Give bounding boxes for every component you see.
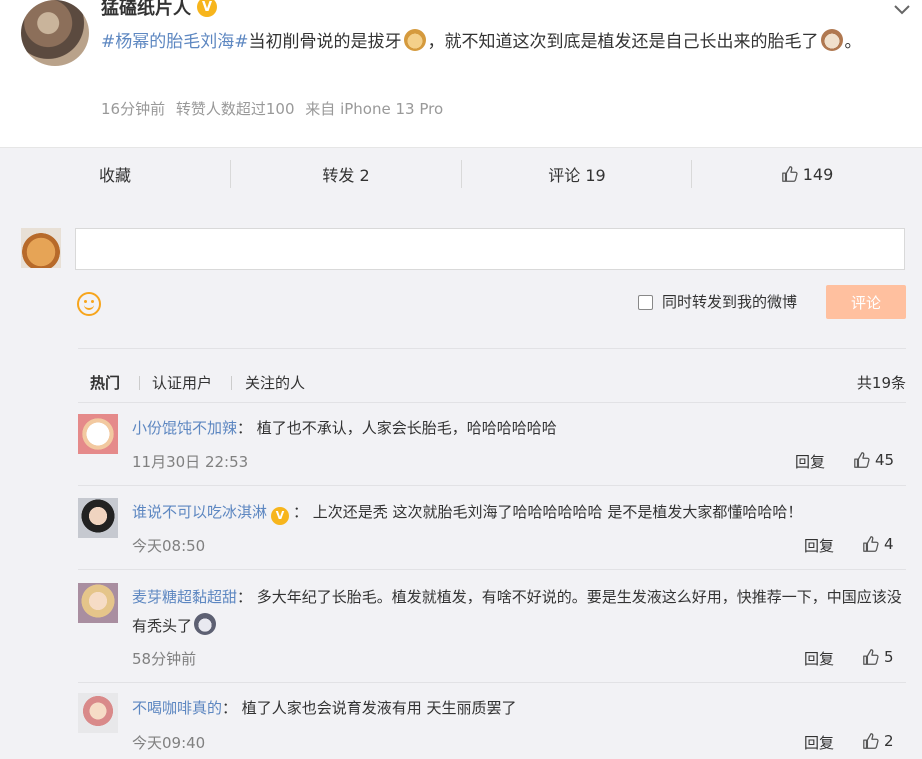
- thumbs-up-icon: [863, 649, 879, 665]
- hashtag-link[interactable]: #杨幂的胎毛刘海#: [101, 32, 249, 52]
- comment-content: ： 植了也不承认，人家会长胎毛，哈哈哈哈哈哈: [237, 419, 557, 437]
- comment-like-button[interactable]: 4: [862, 535, 894, 553]
- filter-verified[interactable]: 认证用户: [152, 372, 212, 393]
- comment-text: 谁说不可以吃冰淇淋 V： 上次还是秃 这次就胎毛刘海了哈哈哈哈哈哈 是不是植发大家…: [132, 498, 907, 527]
- reply-button[interactable]: 回复: [804, 732, 834, 753]
- reply-button[interactable]: 回复: [795, 451, 825, 472]
- comment-text: 小份馄饨不加辣： 植了也不承认，人家会长胎毛，哈哈哈哈哈哈: [132, 414, 907, 443]
- comment-like-button[interactable]: 2: [862, 732, 894, 750]
- comment-content: ： 多大年纪了长胎毛。植发就植发，有啥不好说的。要是生发液这么好用，快推荐一下，…: [132, 588, 902, 635]
- commenter-avatar[interactable]: [78, 414, 118, 454]
- comment-content: ： 植了人家也会说育发液有用 天生丽质罢了: [222, 699, 517, 717]
- post-time[interactable]: 16分钟前: [101, 100, 165, 118]
- divider: [139, 376, 140, 390]
- chevron-down-icon[interactable]: [894, 0, 910, 19]
- filter-following[interactable]: 关注的人: [245, 372, 305, 393]
- commenter-avatar[interactable]: [78, 498, 118, 538]
- divider: [78, 485, 906, 486]
- author-row: 猛磕纸片人 V: [101, 0, 217, 20]
- husky-emoji-icon: [194, 613, 217, 635]
- my-avatar: [21, 228, 61, 268]
- commenter-name[interactable]: 小份馄饨不加辣: [132, 419, 237, 437]
- comment-like-button[interactable]: 45: [853, 451, 894, 469]
- repost-button[interactable]: 转发 2: [231, 148, 461, 200]
- thumbs-up-icon: [781, 166, 798, 182]
- filter-hot[interactable]: 热门: [90, 372, 120, 393]
- thumbs-up-icon: [863, 733, 879, 749]
- commenter-name[interactable]: 不喝咖啡真的: [132, 699, 222, 717]
- comment-button[interactable]: 评论 19: [462, 148, 692, 200]
- author-name[interactable]: 猛磕纸片人: [101, 0, 191, 20]
- commenter-name[interactable]: 谁说不可以吃冰淇淋: [132, 503, 267, 521]
- cat-emoji-icon: [820, 29, 843, 51]
- comment-time: 今天09:40: [132, 734, 206, 752]
- divider: [78, 402, 906, 403]
- post-text-part2: ，就不知道这次到底是植发还是自己长出来的胎毛了: [427, 32, 819, 52]
- comment-text: 麦芽糖超黏超甜： 多大年纪了长胎毛。植发就植发，有啥不好说的。要是生发液这么好用…: [132, 583, 907, 641]
- smiley-icon[interactable]: [77, 292, 101, 316]
- favorite-button[interactable]: 收藏: [0, 148, 230, 200]
- verified-badge-icon: V: [197, 0, 217, 17]
- comment-like-count: 45: [875, 451, 895, 469]
- reply-button[interactable]: 回复: [804, 648, 834, 669]
- like-count: 149: [802, 164, 834, 184]
- doge-emoji-icon: [403, 29, 426, 51]
- repost-checkbox[interactable]: [638, 295, 653, 310]
- post-text-part3: 。: [844, 32, 862, 52]
- comment-time: 58分钟前: [132, 650, 197, 668]
- divider: [78, 569, 906, 570]
- commenter-name[interactable]: 麦芽糖超黏超甜: [132, 588, 237, 606]
- comment-time: 今天08:50: [132, 537, 206, 555]
- thumbs-up-icon: [854, 452, 870, 468]
- repost-label: 转发 2: [322, 166, 370, 185]
- divider: [78, 348, 906, 349]
- comment-text: 不喝咖啡真的： 植了人家也会说育发液有用 天生丽质罢了: [132, 694, 907, 723]
- comment-input[interactable]: [75, 228, 905, 270]
- comment-like-button[interactable]: 5: [862, 648, 894, 666]
- favorite-label: 收藏: [98, 166, 131, 185]
- comment-total: 共19条: [856, 374, 906, 392]
- post-source: 来自 iPhone 13 Pro: [305, 100, 444, 118]
- commenter-avatar[interactable]: [78, 583, 118, 623]
- thumbs-up-icon: [863, 536, 879, 552]
- post-text: #杨幂的胎毛刘海#当初削骨说的是拔牙 ，就不知道这次到底是植发还是自己长出来的胎毛…: [101, 26, 891, 59]
- post-meta: 16分钟前 转赞人数超过100 来自 iPhone 13 Pro: [101, 98, 449, 119]
- comment-label: 评论 19: [548, 166, 606, 185]
- comment-like-count: 5: [884, 648, 894, 666]
- reply-button[interactable]: 回复: [804, 535, 834, 556]
- action-bar: 收藏 转发 2 评论 19 149: [0, 147, 922, 200]
- divider: [231, 376, 232, 390]
- verified-badge-icon: V: [271, 506, 290, 525]
- comment-like-count: 4: [884, 535, 894, 553]
- author-avatar[interactable]: [21, 0, 89, 66]
- post-repost-info: 转赞人数超过100: [175, 100, 295, 118]
- comment-section: [0, 199, 922, 759]
- comment-content: ： 上次还是秃 这次就胎毛刘海了哈哈哈哈哈哈 是不是植发大家都懂哈哈哈！: [293, 503, 803, 521]
- submit-comment-button[interactable]: 评论: [826, 285, 906, 319]
- commenter-avatar[interactable]: [78, 693, 118, 733]
- comment-time: 11月30日 22:53: [132, 453, 249, 471]
- repost-checkbox-label[interactable]: 同时转发到我的微博: [662, 291, 797, 312]
- divider: [78, 682, 906, 683]
- like-button[interactable]: 149: [692, 148, 922, 200]
- comment-like-count: 2: [884, 732, 894, 750]
- post-text-part1: 当初削骨说的是拔牙: [248, 32, 402, 52]
